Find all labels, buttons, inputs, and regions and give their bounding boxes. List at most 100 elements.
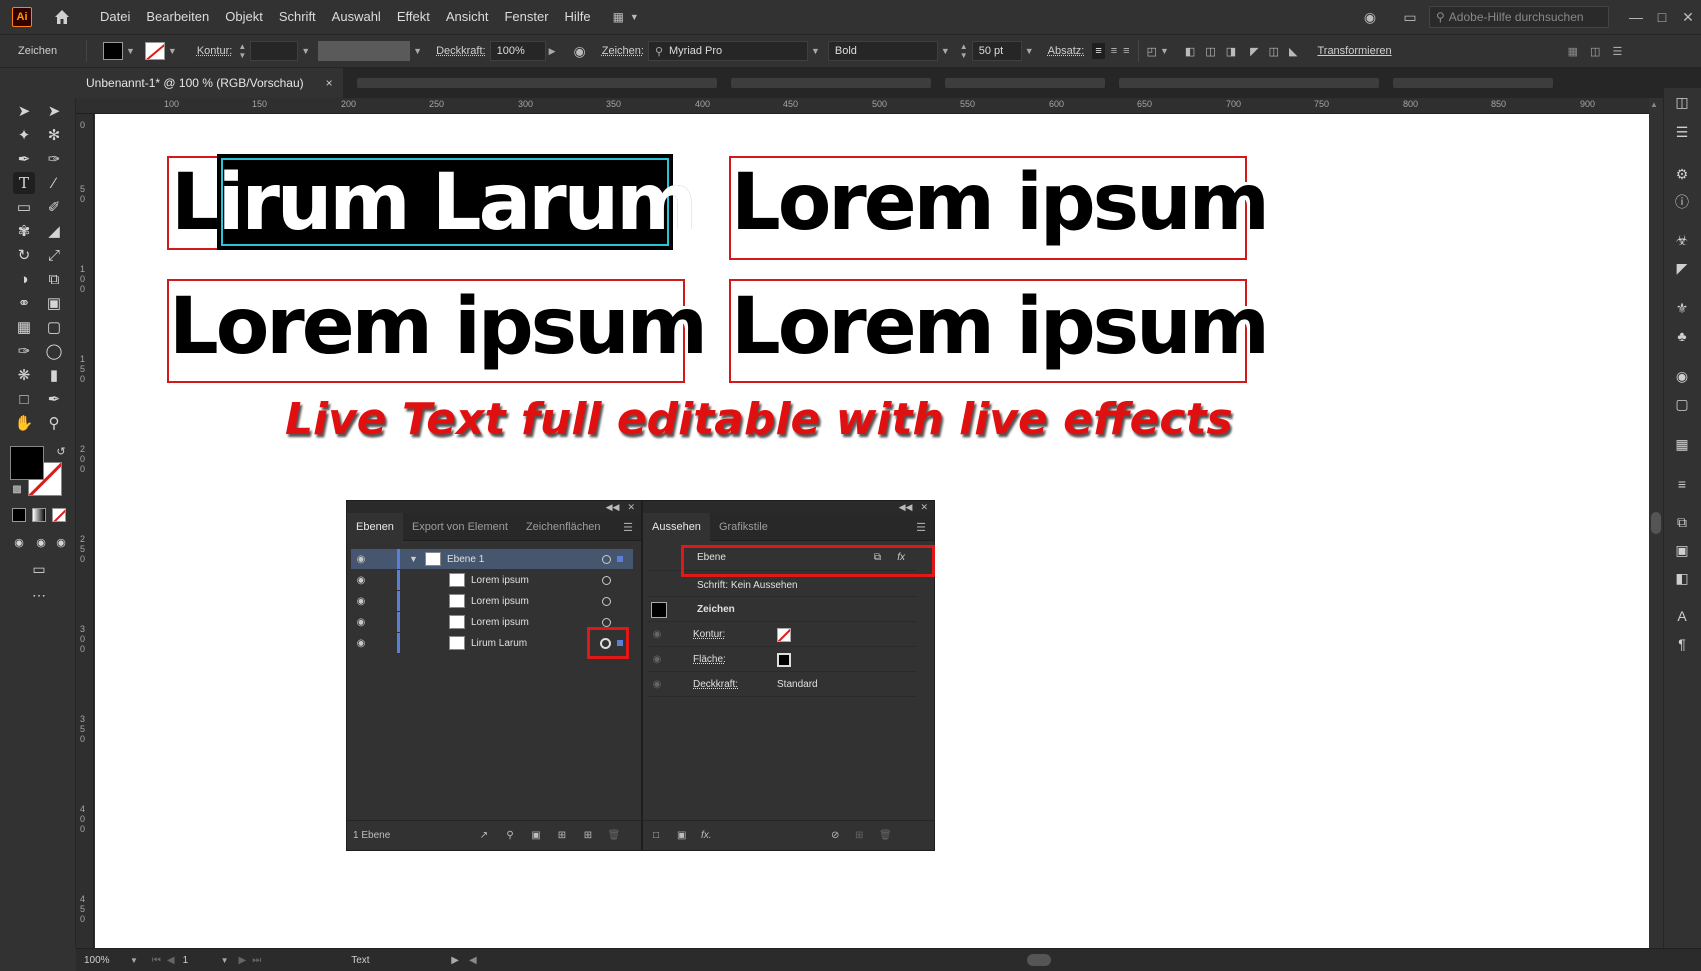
- vertical-scrollbar[interactable]: ▲: [1649, 98, 1663, 948]
- lasso-tool-icon[interactable]: ✻: [43, 124, 65, 146]
- width-tool-icon[interactable]: ◑: [13, 268, 35, 290]
- stroke-none-swatch[interactable]: [777, 627, 791, 642]
- tab-aussehen[interactable]: Aussehen: [643, 512, 710, 541]
- first-artboard-icon[interactable]: ⏮: [152, 955, 161, 966]
- menu-effekt[interactable]: Effekt: [389, 0, 438, 34]
- fill-black-swatch[interactable]: [777, 652, 791, 667]
- stepper-icon[interactable]: ▲ ▼: [960, 42, 968, 60]
- visibility-eye-icon[interactable]: ◉: [351, 638, 371, 649]
- hand-tool-icon[interactable]: ✋: [13, 412, 35, 434]
- chevron-down-icon[interactable]: ▼: [301, 46, 310, 56]
- eraser-tool-icon[interactable]: ◢: [43, 220, 65, 242]
- fill-color-swatch[interactable]: [10, 446, 44, 480]
- next-artboard-icon[interactable]: ▶: [239, 955, 247, 966]
- fill-swatch[interactable]: [103, 42, 123, 60]
- pathfinder-icon[interactable]: ⧉: [1672, 512, 1692, 532]
- properties-icon[interactable]: ◫: [1672, 92, 1692, 112]
- visibility-eye-icon[interactable]: ◉: [351, 575, 371, 586]
- swap-colors-icon[interactable]: ↺: [50, 440, 72, 462]
- eyedropper-tool-icon[interactable]: ✑: [13, 340, 35, 362]
- line-tool-icon[interactable]: ∕: [43, 172, 65, 194]
- align-objects-vcenter-icon[interactable]: ◫: [1269, 45, 1279, 58]
- panel-menu-icon[interactable]: ☰: [1612, 45, 1622, 58]
- draw-inside-icon[interactable]: ◉: [50, 531, 72, 553]
- clear-appearance-icon[interactable]: ⊘: [831, 830, 855, 841]
- scroll-thumb[interactable]: [1651, 512, 1661, 534]
- appearance-kontur-row[interactable]: ◉ Kontur:: [647, 623, 917, 647]
- direct-selection-tool-icon[interactable]: ➤: [43, 100, 65, 122]
- blurred-tab[interactable]: [944, 78, 1105, 88]
- vertical-ruler[interactable]: 0 5 0 1 0 0 1 5 0 2 0 0 2 5 0 3 0 0 3 5 …: [76, 114, 94, 948]
- tab-zeichenflaechen[interactable]: Zeichenflächen: [517, 513, 610, 541]
- appearance-deckkraft-row[interactable]: ◉ Deckkraft: Standard: [647, 673, 917, 697]
- delete-icon[interactable]: 🗑: [879, 830, 903, 841]
- align-center-icon[interactable]: ≡: [1111, 45, 1117, 57]
- transform-icon[interactable]: ▣: [1672, 540, 1692, 560]
- transparency-icon[interactable]: ▦: [1672, 434, 1692, 454]
- target-circle-icon[interactable]: [602, 617, 611, 627]
- close-tab-icon[interactable]: ×: [326, 76, 333, 90]
- close-panel-icon[interactable]: ✕: [920, 502, 928, 513]
- artwork-text-lorem-ipsum-1[interactable]: Lorem ipsum: [731, 158, 1270, 248]
- selection-tool-icon[interactable]: ➤: [13, 100, 35, 122]
- appearance-flaeche-row[interactable]: ◉ Fläche:: [647, 648, 917, 672]
- perspective-grid-icon[interactable]: ▣: [43, 292, 65, 314]
- default-colors-icon[interactable]: ▩: [6, 478, 28, 500]
- artwork-text-lorem-ipsum-2[interactable]: Lorem ipsum: [169, 282, 708, 372]
- variable-width-profile[interactable]: [318, 41, 411, 61]
- menu-bearbeiten[interactable]: Bearbeiten: [138, 0, 217, 34]
- magic-wand-icon[interactable]: ✦: [13, 124, 35, 146]
- close-panel-icon[interactable]: ✕: [627, 502, 635, 513]
- blend-tool-icon[interactable]: ◯: [43, 340, 65, 362]
- artboard-tool-icon[interactable]: □: [13, 388, 35, 410]
- menu-auswahl[interactable]: Auswahl: [324, 0, 389, 34]
- pen-tool-icon[interactable]: ✒: [13, 148, 35, 170]
- screen-mode-icon[interactable]: ▭: [28, 558, 50, 580]
- align-objects-left-icon[interactable]: ◧: [1185, 45, 1195, 58]
- none-mode-icon[interactable]: [52, 508, 66, 522]
- minimize-button[interactable]: —: [1623, 9, 1649, 25]
- opacity-field[interactable]: 100%: [489, 41, 546, 61]
- menu-hilfe[interactable]: Hilfe: [557, 0, 599, 34]
- character-icon[interactable]: A: [1672, 606, 1692, 626]
- visibility-eye-icon[interactable]: ◉: [351, 554, 371, 565]
- artboard-number-field[interactable]: 1: [183, 955, 221, 966]
- layer-name[interactable]: Ebene 1: [447, 554, 484, 565]
- help-search-input[interactable]: ⚲ Adobe-Hilfe durchsuchen: [1429, 6, 1609, 28]
- chevron-down-icon[interactable]: ▼: [1025, 46, 1034, 56]
- export-icon[interactable]: ↗: [471, 830, 497, 841]
- visibility-eye-icon[interactable]: ◉: [647, 679, 667, 690]
- settings-icon[interactable]: ⚙: [1672, 164, 1692, 184]
- document-tab[interactable]: Unbenannt-1* @ 100 % (RGB/Vorschau) ×: [24, 68, 343, 98]
- zoom-field[interactable]: 100%: [84, 955, 124, 966]
- slice-tool-icon[interactable]: ✒: [43, 388, 65, 410]
- draw-normal-icon[interactable]: ◉: [8, 531, 30, 553]
- align-objects-hcenter-icon[interactable]: ◫: [1205, 45, 1215, 58]
- graphic-styles-icon[interactable]: ◉: [1672, 366, 1692, 386]
- chevron-down-icon[interactable]: ▼: [168, 46, 177, 56]
- visibility-eye-icon[interactable]: ◉: [647, 629, 667, 640]
- align-icon[interactable]: ◧: [1672, 568, 1692, 588]
- layer-row-lorem-ipsum[interactable]: ◉ Lorem ipsum: [351, 570, 633, 590]
- menu-objekt[interactable]: Objekt: [217, 0, 271, 34]
- blurred-tab[interactable]: [1392, 78, 1553, 88]
- artwork-text-lorem-ipsum-3[interactable]: Lorem ipsum: [731, 282, 1270, 372]
- status-menu-icon[interactable]: ▶: [451, 955, 459, 966]
- panel-menu-icon[interactable]: ☰: [623, 521, 633, 534]
- font-size-field[interactable]: 50 pt: [971, 41, 1022, 61]
- paintbrush-tool-icon[interactable]: ✐: [43, 196, 65, 218]
- user-account-icon[interactable]: ◉: [1357, 9, 1383, 26]
- flaeche-label[interactable]: Fläche:: [693, 654, 726, 665]
- visibility-eye-icon[interactable]: ◉: [647, 654, 667, 665]
- add-fill-icon[interactable]: ▣: [677, 830, 701, 841]
- panel-header[interactable]: ◀◀ ✕: [347, 501, 641, 513]
- column-graph-tool-icon[interactable]: ▮: [43, 364, 65, 386]
- layer-name[interactable]: Lorem ipsum: [471, 575, 529, 586]
- align-right-icon[interactable]: ≡: [1123, 45, 1129, 57]
- scale-tool-icon[interactable]: ⤢: [43, 244, 65, 266]
- collapse-icon[interactable]: ◀◀: [606, 502, 620, 513]
- type-tool-icon[interactable]: T: [13, 172, 35, 194]
- transform-link[interactable]: Transformieren: [1317, 45, 1391, 57]
- info-icon[interactable]: ⓘ: [1672, 192, 1692, 212]
- swatches-icon[interactable]: ◤: [1672, 258, 1692, 278]
